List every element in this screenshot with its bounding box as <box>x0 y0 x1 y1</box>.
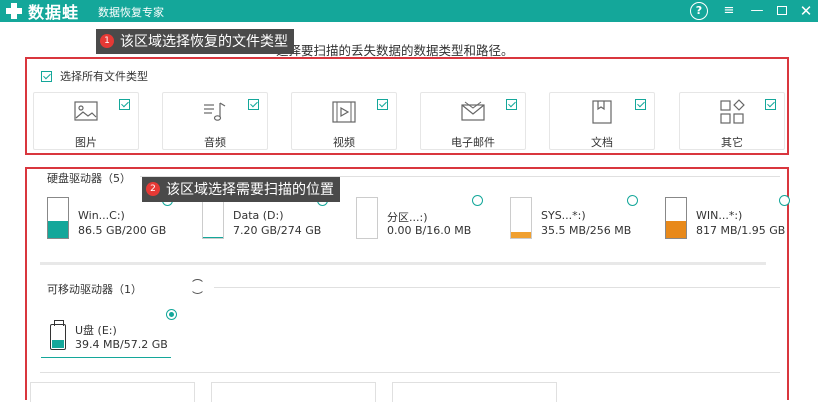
select-all-file-types[interactable]: 选择所有文件类型 <box>41 68 148 84</box>
file-type-label: 音频 <box>204 136 226 149</box>
maximize-icon[interactable] <box>773 2 791 20</box>
minimize-icon[interactable]: — <box>748 2 766 20</box>
drive-usage-fill <box>666 221 686 238</box>
close-icon[interactable]: ✕ <box>797 2 815 20</box>
app-name: 数据恢复专家 <box>98 6 164 19</box>
drive-size: 817 MB/1.95 GB <box>696 224 786 237</box>
video-icon <box>332 101 356 123</box>
drive-name: Data (D:) <box>233 209 284 222</box>
hard-drive-icon <box>202 197 224 239</box>
drive-size: 7.20 GB/274 GB <box>233 224 322 237</box>
drive-usage-fill <box>511 232 531 238</box>
callout-file-types: 1 该区域选择恢复的文件类型 <box>96 29 294 54</box>
hard-drive-icon <box>510 197 532 239</box>
removable-drives-label: 可移动驱动器（1） <box>47 283 142 296</box>
file-type-checkbox[interactable] <box>119 99 130 110</box>
email-icon <box>461 101 485 121</box>
app-logo: 数据蛙 <box>4 1 80 22</box>
file-type-label: 其它 <box>721 136 743 149</box>
drive-name: Win...C:) <box>78 209 125 222</box>
drive-size: 39.4 MB/57.2 GB <box>75 338 168 351</box>
callout-text: 该区域选择恢复的文件类型 <box>120 34 288 50</box>
usb-drive-radio[interactable] <box>166 309 177 320</box>
callout-text: 该区域选择需要扫描的位置 <box>166 182 334 198</box>
music-icon <box>204 102 226 121</box>
refresh-icon[interactable] <box>190 279 205 294</box>
location-card[interactable] <box>211 382 376 402</box>
hard-drive-icon <box>356 197 378 239</box>
menu-icon[interactable]: ≡ <box>720 2 738 20</box>
brand-name: 数据蛙 <box>28 3 80 22</box>
file-type-other[interactable]: 其它 <box>679 92 785 150</box>
drive-usage-fill <box>203 236 223 238</box>
usb-drive-icon <box>50 320 66 350</box>
file-type-label: 图片 <box>75 136 97 149</box>
file-type-checkbox[interactable] <box>506 99 517 110</box>
file-type-image[interactable]: 图片 <box>33 92 139 150</box>
drive-name: WIN...*:) <box>696 209 743 222</box>
usb-drive-item[interactable]: U盘 (E:) 39.4 MB/57.2 GB <box>41 318 171 358</box>
other-icon <box>720 99 745 124</box>
file-type-label: 电子邮件 <box>451 136 495 149</box>
file-type-checkbox[interactable] <box>377 99 388 110</box>
hard-drive-icon <box>665 197 687 239</box>
drive-radio[interactable] <box>472 195 483 206</box>
file-type-audio[interactable]: 音频 <box>162 92 268 150</box>
callout-scan-location: 2 该区域选择需要扫描的位置 <box>142 177 340 202</box>
callout-badge: 2 <box>146 182 160 196</box>
image-icon <box>74 101 98 121</box>
select-all-label: 选择所有文件类型 <box>60 70 148 83</box>
drive-size: 35.5 MB/256 MB <box>541 224 632 237</box>
drive-name: U盘 (E:) <box>75 324 117 337</box>
location-card[interactable] <box>392 382 557 402</box>
file-type-label: 文档 <box>591 136 613 149</box>
file-type-label: 视频 <box>333 136 355 149</box>
drive-radio[interactable] <box>779 195 790 206</box>
drive-name: 分区...:) <box>387 211 428 224</box>
drive-usage-fill <box>48 220 68 238</box>
file-type-document[interactable]: 文档 <box>549 92 655 150</box>
drive-size: 86.5 GB/200 GB <box>78 224 167 237</box>
hard-drives-label: 硬盘驱动器（5） <box>47 172 131 185</box>
select-all-checkbox[interactable] <box>41 70 52 82</box>
hard-drive-icon <box>47 197 69 239</box>
drive-size: 0.00 B/16.0 MB <box>387 224 472 237</box>
drive-radio[interactable] <box>627 195 638 206</box>
drive-name: SYS...*:) <box>541 209 586 222</box>
divider <box>214 287 780 288</box>
plus-logo-icon <box>4 1 24 21</box>
divider <box>40 372 780 373</box>
help-icon[interactable]: ? <box>690 2 708 20</box>
callout-badge: 1 <box>100 34 114 48</box>
file-type-checkbox[interactable] <box>765 99 776 110</box>
title-bar: 数据蛙 数据恢复专家 ? ≡ — ✕ <box>0 0 818 22</box>
file-type-email[interactable]: 电子邮件 <box>420 92 526 150</box>
file-type-checkbox[interactable] <box>635 99 646 110</box>
file-type-checkbox[interactable] <box>248 99 259 110</box>
horizontal-scrollbar[interactable] <box>40 262 766 265</box>
document-icon <box>592 100 612 124</box>
file-type-video[interactable]: 视频 <box>291 92 397 150</box>
location-card[interactable] <box>30 382 195 402</box>
